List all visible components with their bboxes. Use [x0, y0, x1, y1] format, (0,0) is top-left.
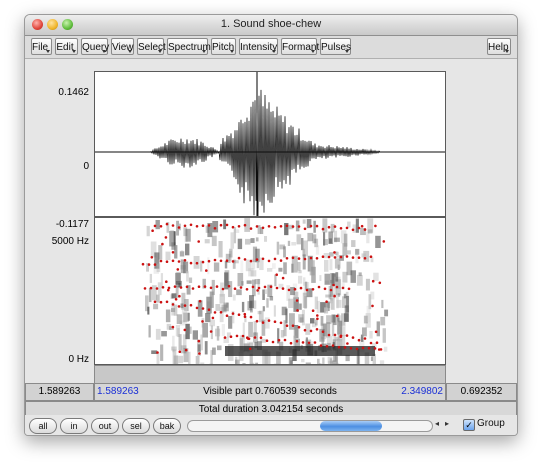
scroll-left-icon[interactable]: ◂	[435, 419, 439, 428]
menu-pitch[interactable]: Pitch	[211, 38, 236, 55]
chevron-down-icon	[46, 50, 50, 53]
visible-part-text: Visible part 0.760539 seconds	[203, 386, 337, 397]
menu-pulses[interactable]: Pulses	[320, 38, 351, 55]
menu-view[interactable]: View	[111, 38, 134, 55]
bottom-toolbar: all in out sel bak ◂ ▸ ✓ Group	[25, 415, 517, 435]
spectrogram-bottom-value: 0 Hz	[68, 354, 89, 365]
spectrogram-top-value: 5000 Hz	[51, 236, 89, 247]
group-label: Group	[477, 418, 505, 429]
zoom-selection-button[interactable]: sel	[122, 418, 150, 434]
left-outer-time[interactable]: 1.589263	[25, 383, 94, 401]
title-bar: 1. Sound shoe-chew	[25, 15, 517, 36]
right-outer-time[interactable]: 0.692352	[446, 383, 517, 401]
waveform-top-value: 0.1462	[58, 87, 89, 98]
waveform-trace	[95, 89, 445, 216]
chevron-down-icon	[345, 50, 349, 53]
menu-formant[interactable]: Formant	[281, 38, 319, 55]
group-checkbox[interactable]: ✓	[463, 419, 475, 431]
visible-end-time: 2.349802	[401, 386, 443, 397]
menu-edit[interactable]: Edit	[55, 38, 78, 55]
waveform-zero-value: 0	[83, 161, 89, 172]
menu-file[interactable]: File	[31, 38, 52, 55]
chevron-down-icon	[272, 50, 276, 53]
waveform-bottom-value: -0.1177	[55, 219, 89, 230]
menu-intensity[interactable]: Intensity	[239, 38, 278, 55]
spectrogram-panel[interactable]	[94, 217, 446, 365]
zoom-all-button[interactable]: all	[29, 418, 57, 434]
menu-query[interactable]: Query	[81, 38, 109, 55]
spectrogram-plot	[141, 218, 389, 364]
chevron-down-icon	[158, 50, 162, 53]
chevron-down-icon	[102, 50, 106, 53]
menu-spectrum[interactable]: Spectrum	[167, 38, 211, 55]
scrollbar-thumb[interactable]	[320, 421, 382, 431]
selection-strip[interactable]	[94, 365, 446, 385]
menu-select[interactable]: Select	[137, 38, 166, 55]
zoom-in-button[interactable]: in	[60, 418, 88, 434]
scroll-right-icon[interactable]: ▸	[445, 419, 449, 428]
chevron-down-icon	[202, 50, 206, 53]
chevron-down-icon	[311, 50, 315, 53]
waveform-plot	[95, 72, 445, 216]
spectrogram-shading	[145, 218, 389, 364]
window-title: 1. Sound shoe-chew	[220, 18, 322, 30]
sound-editor-window: 1. Sound shoe-chew File Edit Query View …	[24, 14, 518, 436]
zoom-back-button[interactable]: bak	[153, 418, 181, 434]
waveform-panel[interactable]	[94, 71, 446, 217]
menu-bar: File Edit Query View Select Spectrum Pit…	[25, 36, 517, 59]
editor-area: 0.1462 0 -0.1177 5000 Hz 0 Hz 1.589263 1…	[25, 59, 517, 419]
chevron-down-icon	[72, 50, 76, 53]
visible-part-bar[interactable]: 1.589263 Visible part 0.760539 seconds 2…	[94, 383, 446, 401]
menu-help[interactable]: Help	[487, 38, 511, 55]
chevron-down-icon	[230, 50, 234, 53]
chevron-down-icon	[505, 50, 509, 53]
time-scrollbar[interactable]	[187, 420, 433, 432]
zoom-out-button[interactable]: out	[91, 418, 119, 434]
chevron-down-icon	[128, 50, 132, 53]
